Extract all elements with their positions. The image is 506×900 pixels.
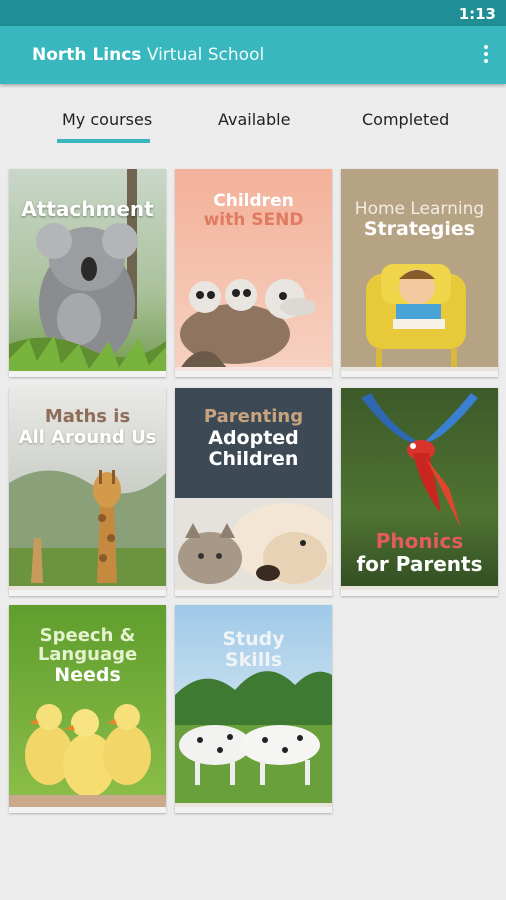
app-title-bold: North Lincs xyxy=(32,45,142,65)
tab-available[interactable]: Available xyxy=(218,110,290,129)
course-card-children-with-send[interactable]: Children with SEND xyxy=(175,169,332,377)
course-title-line2: with SEND xyxy=(203,210,304,230)
course-card-speech-language-needs[interactable]: Speech & Language Needs xyxy=(9,605,166,813)
course-card-home-learning-strategies[interactable]: Home Learning Strategies xyxy=(341,169,498,377)
card-footer xyxy=(341,590,498,596)
course-title: Attachment xyxy=(21,197,154,221)
tab-bar: My courses Available Completed xyxy=(0,84,506,146)
course-title-line1: Maths is xyxy=(44,406,131,427)
course-card-phonics-for-parents[interactable]: Phonics for Parents xyxy=(341,388,498,596)
status-time: 1:13 xyxy=(458,5,496,23)
tab-indicator xyxy=(57,139,150,143)
course-title-line1: Parenting xyxy=(203,406,304,427)
course-title-line3: Needs xyxy=(54,664,121,686)
course-title-line2: Adopted xyxy=(208,427,299,449)
course-title-line3: Children xyxy=(208,448,299,470)
card-footer xyxy=(9,807,166,813)
more-vert-icon[interactable] xyxy=(482,45,490,65)
card-footer xyxy=(341,371,498,377)
course-title-line2: for Parents xyxy=(356,552,483,576)
course-title-line1: Phonics xyxy=(375,529,464,553)
card-footer xyxy=(175,807,332,813)
course-title-line2: Strategies xyxy=(363,218,476,240)
course-title-line1: Home Learning xyxy=(354,199,485,219)
tab-my-courses[interactable]: My courses xyxy=(62,110,152,129)
course-title-line2: All Around Us xyxy=(18,427,157,448)
course-title-line1: Children xyxy=(213,191,294,211)
course-title-line1: Study xyxy=(222,628,285,650)
app-title-light: Virtual School xyxy=(146,45,265,65)
course-card-attachment[interactable]: Attachment xyxy=(9,169,166,377)
card-footer xyxy=(175,590,332,596)
course-card-study-skills[interactable]: Study Skills xyxy=(175,605,332,813)
course-title-line2: Skills xyxy=(224,649,283,671)
course-card-parenting-adopted-children[interactable]: Parenting Adopted Children xyxy=(175,388,332,596)
card-footer xyxy=(175,371,332,377)
card-footer xyxy=(9,371,166,377)
course-title-line2: Language xyxy=(37,644,138,665)
card-footer xyxy=(9,590,166,596)
status-bar: 1:13 xyxy=(0,0,506,26)
app-title: North Lincs Virtual School xyxy=(32,45,264,65)
tab-completed[interactable]: Completed xyxy=(362,110,449,129)
app-bar: North Lincs Virtual School xyxy=(0,26,506,84)
course-card-maths-is-all-around-us[interactable]: Maths is All Around Us xyxy=(9,388,166,596)
